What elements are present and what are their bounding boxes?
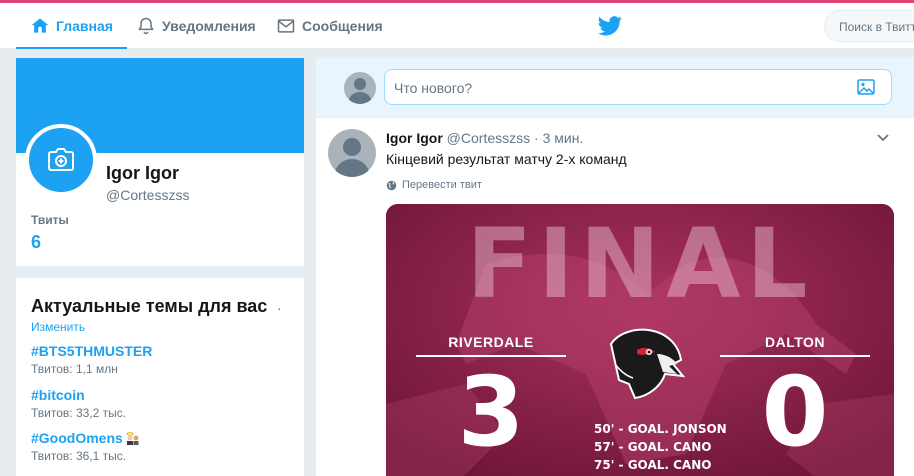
nav-messages[interactable]: Сообщения bbox=[276, 3, 383, 49]
translate-label: Перевести твит bbox=[402, 179, 482, 191]
image-upload-icon[interactable] bbox=[857, 79, 875, 95]
tweet-timestamp[interactable]: 3 мин. bbox=[543, 130, 584, 146]
falcon-mascot-icon bbox=[609, 328, 685, 400]
timeline-stream: Что нового? Igor Igor @Cortesszss · 3 ми… bbox=[316, 58, 914, 476]
compose-input[interactable]: Что нового? bbox=[384, 69, 892, 105]
away-team-name: DALTON bbox=[764, 334, 826, 350]
trend-item[interactable]: #BTS5THMUSTER Твитов: 1,1 млн bbox=[31, 343, 152, 376]
media-headline: FINAL bbox=[466, 208, 814, 320]
trends-card: Актуальные темы для вас · Изменить #BTS5… bbox=[16, 278, 304, 476]
trends-title: Актуальные темы для вас bbox=[31, 296, 268, 316]
trend-count: Твитов: 1,1 млн bbox=[31, 362, 118, 376]
trend-item[interactable]: #GoodOmens Твитов: 36,1 тыс. bbox=[31, 430, 141, 463]
nav-messages-label: Сообщения bbox=[302, 18, 383, 34]
globe-icon bbox=[386, 180, 397, 190]
trend-name: #BTS5THMUSTER bbox=[31, 343, 153, 359]
tweet-media-image[interactable]: FINAL RIVERDALE DALTON 3 0 50' - GOAL. J… bbox=[386, 204, 894, 476]
nav-notifications[interactable]: Уведомления bbox=[136, 3, 256, 49]
goal-line: 75' - GOAL. CANO bbox=[594, 458, 712, 472]
tweet-text: Кінцевий результат матчу 2-х команд bbox=[386, 151, 627, 167]
add-photo-icon bbox=[48, 148, 74, 171]
trend-count: Твитов: 36,1 тыс. bbox=[31, 449, 127, 463]
away-team-score: 0 bbox=[761, 356, 829, 468]
profile-avatar[interactable] bbox=[25, 124, 97, 196]
bell-icon bbox=[138, 17, 154, 35]
default-user-icon bbox=[334, 138, 370, 177]
trend-count: Твитов: 33,2 тыс. bbox=[31, 406, 127, 420]
tweets-stat-count[interactable]: 6 bbox=[31, 232, 41, 253]
goal-line: 50' - GOAL. JONSON bbox=[594, 422, 727, 436]
home-icon bbox=[31, 18, 49, 33]
angel-emoji-icon bbox=[126, 432, 139, 445]
search-input[interactable]: Поиск в Твиттере bbox=[824, 10, 914, 42]
compose-tweet-area: Что нового? bbox=[316, 58, 914, 118]
tweets-stat-label[interactable]: Твиты bbox=[31, 213, 69, 227]
tweet-author-handle[interactable]: @Cortesszss bbox=[447, 130, 530, 146]
profile-card: Igor Igor @Cortesszss Твиты 6 bbox=[16, 58, 304, 266]
trend-name: #bitcoin bbox=[31, 387, 85, 403]
trend-item[interactable]: #bitcoin Твитов: 33,2 тыс. bbox=[31, 387, 126, 420]
home-team-score: 3 bbox=[457, 356, 525, 468]
tweet-header: Igor Igor @Cortesszss · 3 мин. bbox=[386, 130, 583, 146]
trend-name-row: #GoodOmens bbox=[31, 430, 141, 446]
tweet-author-name[interactable]: Igor Igor bbox=[386, 130, 443, 146]
translate-tweet-link[interactable]: Перевести твит bbox=[386, 179, 482, 191]
tweet[interactable]: Igor Igor @Cortesszss · 3 мин. Кінцевий … bbox=[316, 119, 914, 476]
trend-name: #GoodOmens bbox=[31, 430, 123, 446]
default-user-icon bbox=[348, 78, 372, 104]
tweet-dot: · bbox=[534, 130, 539, 146]
nav-notifications-label: Уведомления bbox=[162, 18, 256, 34]
nav-home-label: Главная bbox=[56, 18, 113, 34]
trends-separator: · bbox=[277, 300, 282, 316]
compose-placeholder: Что нового? bbox=[394, 80, 473, 96]
profile-name[interactable]: Igor Igor bbox=[106, 163, 179, 184]
home-team-name: RIVERDALE bbox=[448, 334, 534, 350]
top-navigation-bar: Главная Уведомления Сообщения Поиск в Тв… bbox=[0, 3, 914, 49]
chevron-down-icon[interactable] bbox=[876, 133, 890, 143]
profile-handle[interactable]: @Cortesszss bbox=[106, 187, 189, 203]
tweet-author-avatar[interactable] bbox=[328, 129, 376, 177]
nav-home[interactable]: Главная bbox=[16, 3, 127, 49]
goal-line: 57' - GOAL. CANO bbox=[594, 440, 712, 454]
envelope-icon bbox=[277, 19, 295, 33]
twitter-bird-icon[interactable] bbox=[598, 16, 622, 36]
compose-avatar[interactable] bbox=[344, 72, 376, 104]
trends-change-link[interactable]: Изменить bbox=[31, 320, 85, 334]
